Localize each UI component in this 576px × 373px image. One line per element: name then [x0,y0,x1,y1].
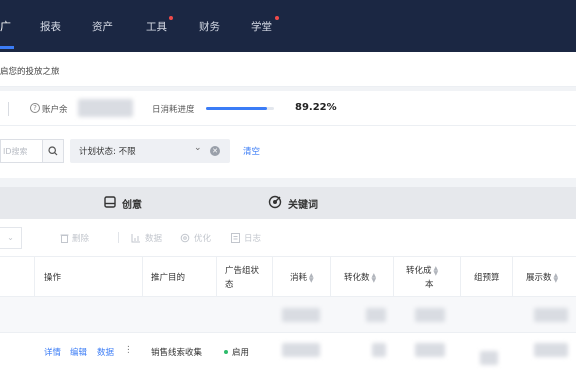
tab-keywords[interactable]: 关键词 [288,196,318,211]
sort-icon[interactable]: ▲ ▼ [372,272,377,283]
col-header-purpose: 推广目的 [151,273,186,283]
progress-fill [206,107,267,110]
col-header-spend[interactable]: 消耗 ▲ ▼ [290,271,314,283]
row-detail-link[interactable]: 详情 [44,346,61,358]
account-balance-label: 账户余 [42,105,68,115]
col-header-group-status: 广告组状 [225,266,260,276]
account-summary-bar: ? 账户余 日消耗进度 89.22% [0,91,576,126]
nav-active-indicator [0,46,14,49]
clear-filters-link[interactable]: 清空 [243,145,260,157]
bulk-action-toolbar: ⌄ 删除 数据 优化 日志 [0,219,576,257]
search-button[interactable] [42,139,64,163]
log-button[interactable]: 日志 [244,232,261,244]
blurred-value [372,343,386,357]
log-icon [231,233,240,243]
search-input[interactable]: ID搜索 [0,139,44,163]
nav-item-academy[interactable]: 学堂 [251,19,272,34]
nav-item-tools[interactable]: 工具 [146,19,167,34]
row-more-menu[interactable]: ⋮ [124,345,133,355]
account-balance-blurred [78,99,133,117]
row-edit-link[interactable]: 编辑 [70,346,87,358]
nav-item-finance[interactable]: 财务 [199,19,220,34]
trash-icon [60,234,69,243]
filter-bar: ID搜索 计划状态: 不限 ⌄ ✕ 清空 [0,126,576,178]
blurred-value [282,343,320,357]
chart-icon [131,234,140,243]
blurred-value [415,343,445,357]
plan-status-label: 计划状态: 不限 [79,147,136,157]
blurred-value [415,308,445,322]
welcome-text: 启您的投放之旅 [0,67,60,77]
help-icon[interactable]: ? [30,103,40,113]
nav-item-reports[interactable]: 报表 [40,19,61,34]
daily-spend-progress-bar [206,107,274,110]
welcome-banner: 启您的投放之旅 [0,52,576,87]
search-icon [48,146,58,156]
daily-spend-progress-label: 日消耗进度 [152,105,195,115]
nav-item-promotion[interactable]: 广 [0,18,11,34]
gear-icon [180,233,190,243]
col-header-conversions[interactable]: 转化数 ▲ ▼ [344,271,376,283]
tab-creative[interactable]: 创意 [122,196,142,211]
batch-select-dropdown[interactable]: ⌄ [0,227,22,249]
clear-filter-icon[interactable]: ✕ [210,146,220,156]
col-header-group-status-2: 态 [225,280,234,290]
plan-status-select[interactable]: 计划状态: 不限 ⌄ ✕ [70,139,230,163]
blurred-value [366,308,386,322]
col-header-actions: 操作 [44,273,62,283]
section-divider [0,178,576,187]
search-placeholder: ID搜索 [3,147,28,156]
col-header-impressions[interactable]: 展示数 ▲ ▼ [526,271,558,283]
col-header-budget: 组预算 [474,273,500,283]
sort-icon[interactable]: ▲ ▼ [554,272,559,283]
blurred-value [480,351,498,365]
col-header-conversion-cost-2: 本 [425,280,434,290]
divider [8,102,9,116]
data-button[interactable]: 数据 [145,232,162,244]
blurred-value [534,308,568,322]
blurred-value [534,343,568,357]
academy-badge-dot [275,16,279,20]
row-data-link[interactable]: 数据 [97,346,114,358]
row-status: 启用 [232,348,250,358]
table-summary-row [0,297,576,333]
blurred-value [282,308,320,322]
table-header: 操作 推广目的 广告组状 态 消耗 ▲ ▼ 转化数 ▲ ▼ 转化成 ▲ ▼ 本 组预算 展示… [0,257,576,297]
optimize-button[interactable]: 优化 [194,232,211,244]
sort-icon[interactable]: ▲ ▼ [309,272,314,283]
daily-spend-progress-value: 89.22% [295,102,337,113]
chevron-down-icon: ⌄ [194,143,202,153]
top-navigation: 广 报表 资产 工具 财务 学堂 [0,0,576,52]
toolbar-divider [118,232,119,243]
delete-button[interactable]: 删除 [72,232,89,244]
creative-icon [104,196,116,208]
tools-badge-dot [169,16,173,20]
sort-icon[interactable]: ▲ ▼ [434,265,439,276]
nav-item-assets[interactable]: 资产 [92,19,113,34]
row-purpose: 销售线索收集 [151,348,203,358]
level-tabs: 创意 关键词 [0,187,576,219]
keyword-icon [268,195,282,209]
col-header-conversion-cost[interactable]: 转化成 ▲ ▼ [406,264,438,276]
status-dot [224,350,228,354]
